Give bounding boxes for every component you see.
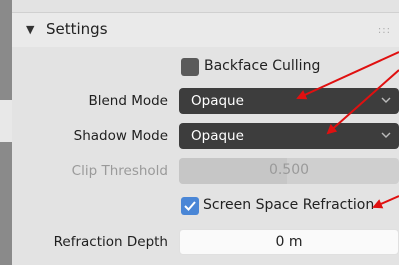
- clip-threshold-value: 0.500: [268, 162, 310, 178]
- chevron-down-icon: [381, 97, 391, 103]
- clip-threshold-field: 0.500: [179, 158, 399, 184]
- collapse-chevron-icon[interactable]: ▼: [26, 23, 34, 36]
- chevron-down-icon: [381, 132, 391, 138]
- shadow-mode-value: Opaque: [191, 128, 244, 144]
- panel-title: Settings: [46, 20, 108, 38]
- backface-culling-checkbox[interactable]: [181, 58, 199, 76]
- blend-mode-label: Blend Mode: [88, 93, 168, 109]
- clip-threshold-label: Clip Threshold: [71, 163, 168, 179]
- refraction-depth-field[interactable]: 0 m: [179, 229, 399, 255]
- backface-culling-label[interactable]: Backface Culling: [204, 58, 320, 74]
- refraction-depth-label: Refraction Depth: [53, 234, 168, 250]
- drag-grip-icon[interactable]: :::: [378, 25, 391, 36]
- refraction-depth-value: 0 m: [275, 234, 303, 250]
- shadow-mode-label: Shadow Mode: [73, 128, 168, 144]
- blend-mode-value: Opaque: [191, 93, 244, 109]
- blend-mode-dropdown[interactable]: Opaque: [179, 88, 399, 114]
- screen-space-refraction-checkbox[interactable]: [181, 197, 199, 215]
- screen-space-refraction-label[interactable]: Screen Space Refraction: [203, 197, 374, 213]
- shadow-mode-dropdown[interactable]: Opaque: [179, 123, 399, 149]
- checkmark-icon: [184, 201, 196, 211]
- settings-panel-header[interactable]: ▼ Settings :::: [12, 12, 399, 47]
